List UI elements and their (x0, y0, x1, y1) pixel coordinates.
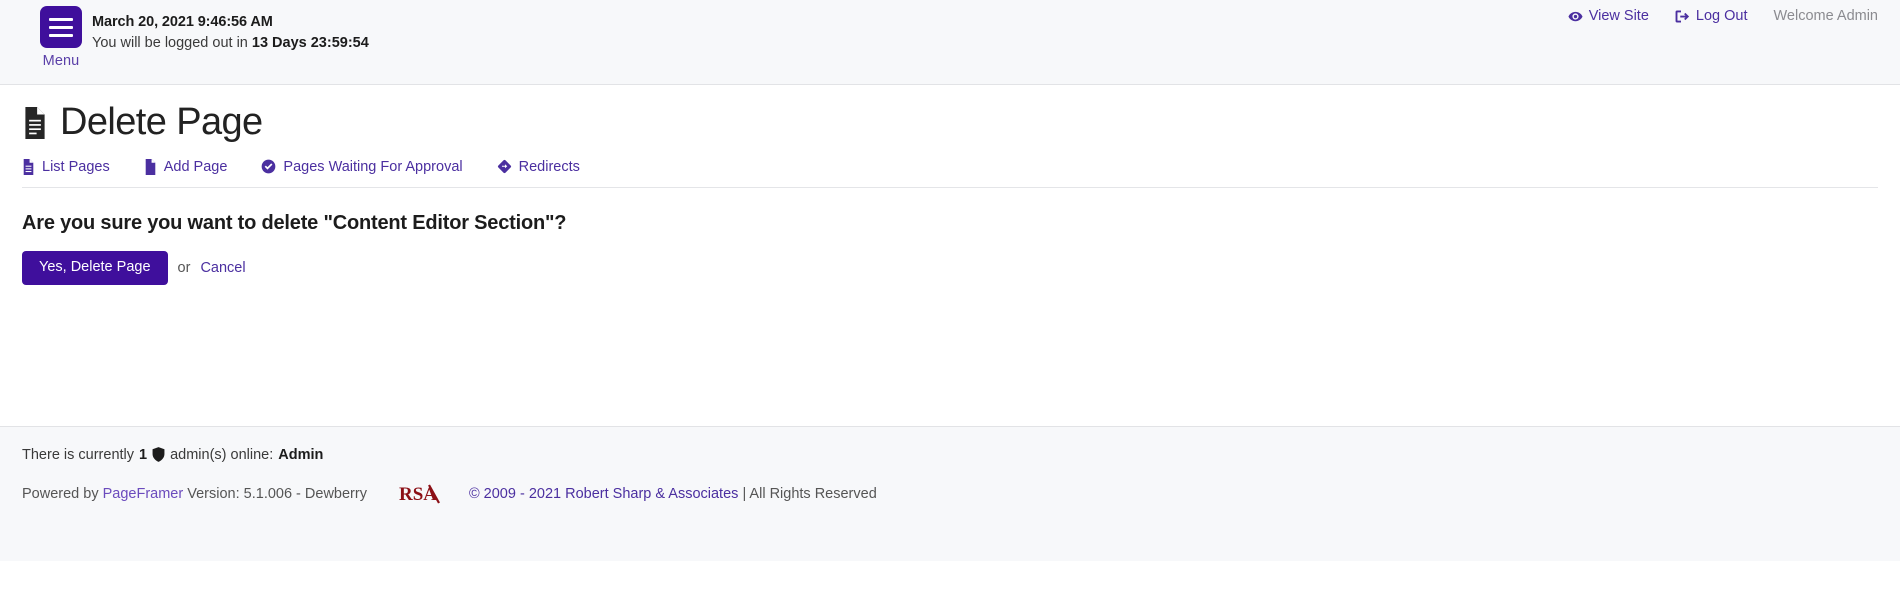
footer-credits: Powered by PageFramer Version: 5.1.006 -… (22, 463, 1878, 505)
copyright-owner: © 2009 - 2021 Robert Sharp & Associates (468, 485, 739, 502)
shield-icon (152, 447, 165, 463)
document-icon (22, 106, 48, 139)
delete-confirmation-question: Are you sure you want to delete "Content… (22, 211, 567, 234)
copyright-text: © 2009 - 2021 Robert Sharp & Associates … (469, 486, 877, 502)
top-header-bar: Menu March 20, 2021 9:46:56 AM You will … (0, 0, 1900, 85)
tab-add-page[interactable]: Add Page (144, 158, 228, 175)
pageframer-link[interactable]: PageFramer (103, 486, 184, 502)
header-actions: View Site Log Out Welcome Admin (1568, 8, 1878, 24)
check-circle-icon (261, 159, 276, 174)
rights-reserved: | All Rights Reserved (742, 485, 877, 502)
admins-online-prefix: There is currently (22, 446, 135, 463)
view-site-link[interactable]: View Site (1568, 8, 1649, 24)
view-site-label: View Site (1588, 8, 1649, 24)
svg-text:RSA: RSA (399, 484, 437, 505)
tab-pages-waiting-for-approval[interactable]: Pages Waiting For Approval (261, 158, 463, 175)
or-text: or (177, 259, 191, 276)
page-header: Delete Page (0, 85, 1900, 143)
admins-online-middle: admin(s) online: (170, 446, 274, 463)
document-list-icon (22, 158, 35, 175)
eye-icon (1568, 9, 1583, 24)
menu-block: Menu (22, 4, 100, 69)
admins-online-names: Admin (278, 446, 324, 463)
log-out-link[interactable]: Log Out (1675, 8, 1748, 24)
sign-out-icon (1675, 9, 1690, 24)
document-add-icon (144, 158, 157, 175)
menu-bar-2 (49, 25, 73, 29)
confirm-delete-button[interactable]: Yes, Delete Page (22, 250, 168, 285)
logout-countdown-message: You will be logged out in 13 Days 23:59:… (92, 33, 369, 54)
version-label: Version: 5.1.006 - Dewberry (187, 485, 367, 502)
menu-bar-3 (49, 33, 73, 37)
tab-redirects[interactable]: Redirects (497, 159, 580, 175)
page-footer: There is currently 1 admin(s) online: Ad… (0, 425, 1900, 561)
menu-bar-1 (49, 17, 73, 21)
page-nav-tabs: List Pages Add Page Pages Waiting For Ap… (22, 158, 1878, 188)
header-session-info: March 20, 2021 9:46:56 AM You will be lo… (92, 4, 369, 54)
tab-list-pages[interactable]: List Pages (22, 158, 110, 175)
menu-label[interactable]: Menu (43, 53, 80, 69)
rsa-logo[interactable]: RSA (399, 483, 451, 505)
diamond-arrows-icon (497, 159, 512, 174)
cancel-link[interactable]: Cancel (200, 260, 245, 276)
main-content: Are you sure you want to delete "Content… (0, 188, 1900, 426)
admins-online-status: There is currently 1 admin(s) online: Ad… (22, 427, 1878, 463)
current-datetime: March 20, 2021 9:46:56 AM (92, 14, 273, 30)
log-out-label: Log Out (1695, 8, 1748, 24)
tab-add-page-label: Add Page (163, 158, 228, 175)
powered-by-label: Powered by (22, 485, 99, 502)
logout-countdown-prefix: You will be logged out in (92, 35, 252, 52)
page-title: Delete Page (60, 101, 263, 143)
admins-online-count: 1 (139, 446, 148, 463)
hamburger-menu-icon[interactable] (40, 6, 82, 48)
confirmation-actions: Yes, Delete Page or Cancel (22, 250, 1878, 285)
logout-countdown-value: 13 Days 23:59:54 (251, 35, 369, 52)
tab-pages-waiting-label: Pages Waiting For Approval (283, 158, 463, 175)
tab-list-pages-label: List Pages (42, 158, 110, 175)
tab-redirects-label: Redirects (518, 158, 580, 175)
welcome-user-label: Welcome Admin (1773, 8, 1879, 24)
